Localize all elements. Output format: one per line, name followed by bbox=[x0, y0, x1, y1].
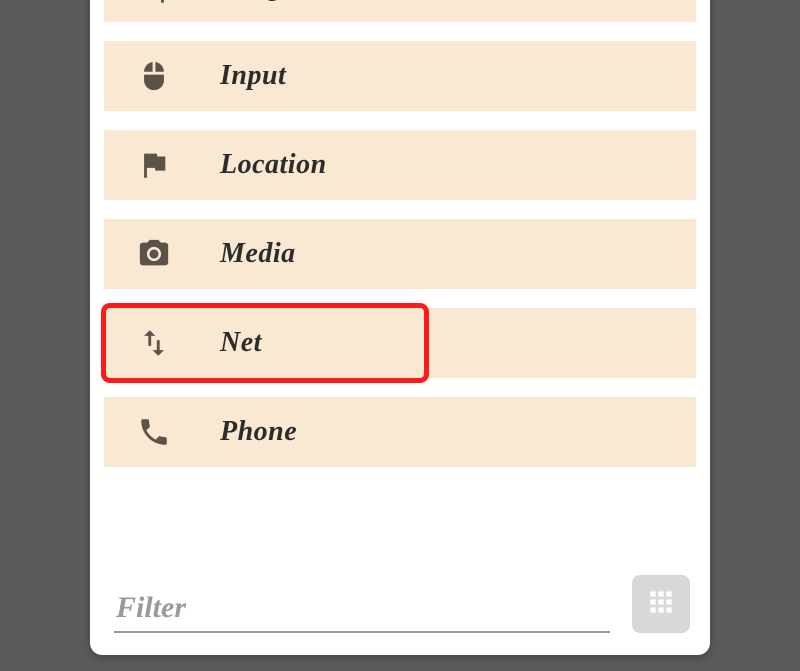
flag-icon bbox=[130, 148, 178, 182]
crop-icon bbox=[130, 0, 178, 4]
footer-bar bbox=[104, 575, 696, 633]
category-item-location[interactable]: Location bbox=[104, 130, 696, 200]
grid-icon bbox=[645, 586, 677, 623]
category-list: Image Input Location Media Net bbox=[104, 0, 696, 467]
category-item-net[interactable]: Net bbox=[104, 308, 696, 378]
category-item-label: Location bbox=[220, 149, 327, 181]
category-item-label: Image bbox=[220, 0, 296, 3]
grid-view-button[interactable] bbox=[632, 575, 690, 633]
swap-vert-icon bbox=[130, 326, 178, 360]
category-item-label: Phone bbox=[220, 416, 297, 448]
filter-field-wrap bbox=[114, 587, 610, 633]
category-item-label: Net bbox=[220, 327, 262, 359]
category-item-image[interactable]: Image bbox=[104, 0, 696, 22]
category-card: Image Input Location Media Net bbox=[90, 0, 710, 655]
phone-icon bbox=[130, 415, 178, 449]
camera-icon bbox=[130, 237, 178, 271]
category-item-label: Media bbox=[220, 238, 296, 270]
category-item-label: Input bbox=[220, 60, 286, 92]
category-item-media[interactable]: Media bbox=[104, 219, 696, 289]
filter-input[interactable] bbox=[114, 587, 610, 633]
mouse-icon bbox=[130, 59, 178, 93]
category-item-input[interactable]: Input bbox=[104, 41, 696, 111]
category-item-phone[interactable]: Phone bbox=[104, 397, 696, 467]
